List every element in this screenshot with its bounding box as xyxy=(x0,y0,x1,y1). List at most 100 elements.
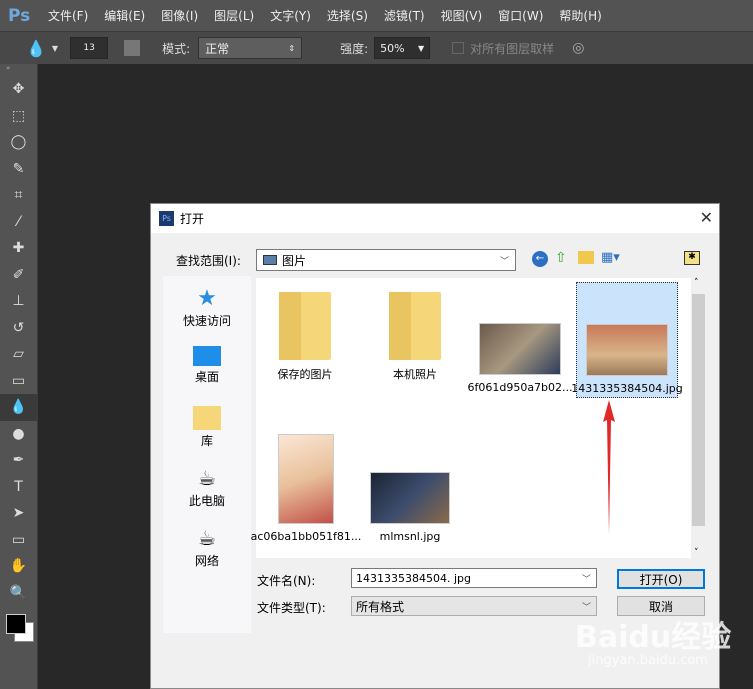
menu-filter[interactable]: 滤镜(T) xyxy=(384,7,425,24)
quick-select-tool-icon[interactable]: ✎ xyxy=(0,156,37,183)
folder-icon xyxy=(389,292,441,360)
nav-label: 桌面 xyxy=(194,370,219,384)
tool-preset-dropdown[interactable]: ▼ xyxy=(52,44,58,53)
lookin-value: 图片 xyxy=(282,253,307,268)
eyedropper-tool-icon[interactable]: ⁄ xyxy=(0,209,37,236)
file-name: mlmsnl.jpg xyxy=(379,530,441,543)
marquee-tool-icon[interactable]: ⬚ xyxy=(0,103,37,130)
file-name: 保存的图片 xyxy=(277,368,333,381)
collapse-icon[interactable]: » xyxy=(0,64,37,76)
menu-file[interactable]: 文件(F) xyxy=(48,7,88,24)
image-thumbnail xyxy=(586,324,668,376)
image-thumbnail xyxy=(479,323,561,375)
menu-window[interactable]: 窗口(W) xyxy=(498,7,543,24)
preview-icon[interactable]: ✱ xyxy=(684,251,700,265)
nav-label: 快速访问 xyxy=(182,314,231,328)
tools-panel: » ✥ ⬚ ◯ ✎ ⌗ ⁄ ✚ ✐ ⊥ ↺ ▱ ▭ 💧 ● ✒ T ➤ ▭ ✋ … xyxy=(0,64,38,689)
file-item[interactable]: 6f061d950a7b02... xyxy=(467,323,573,394)
dodge-tool-icon[interactable]: ● xyxy=(0,421,37,448)
hand-tool-icon[interactable]: ✋ xyxy=(0,553,37,580)
ps-app-icon: Ps xyxy=(159,211,174,226)
mode-select[interactable]: 正常 ⇕ xyxy=(198,37,303,59)
view-menu-icon[interactable]: ▦▾ xyxy=(601,250,620,265)
dialog-title-bar: Ps 打开 ✕ xyxy=(151,204,719,233)
file-name: 6f061d950a7b02... xyxy=(467,381,573,394)
up-folder-icon[interactable]: ⇧ xyxy=(555,250,567,266)
image-thumbnail xyxy=(278,434,334,524)
places-bar: ★ 快速访问 桌面 库 ☕ 此电脑 ☕ 网络 xyxy=(163,276,251,633)
filename-input[interactable]: 1431335384504. jpg ﹀ xyxy=(351,568,597,588)
open-button[interactable]: 打开(O) xyxy=(617,569,705,589)
photoshop-logo: Ps xyxy=(8,5,31,26)
path-select-tool-icon[interactable]: ➤ xyxy=(0,500,37,527)
filename-label: 文件名(N): xyxy=(257,574,316,588)
library-icon xyxy=(193,406,221,430)
shape-tool-icon[interactable]: ▭ xyxy=(0,527,37,554)
dialog-title: 打开 xyxy=(180,212,205,226)
pictures-icon xyxy=(263,255,277,265)
back-icon[interactable]: ← xyxy=(532,251,548,267)
type-tool-icon[interactable]: T xyxy=(0,474,37,501)
gradient-tool-icon[interactable]: ▭ xyxy=(0,368,37,395)
chevron-down-icon: ﹀ xyxy=(581,574,591,585)
file-item[interactable]: mlmsnl.jpg xyxy=(361,472,459,543)
crop-tool-icon[interactable]: ⌗ xyxy=(0,182,37,209)
close-icon[interactable]: ✕ xyxy=(700,208,713,227)
scroll-up-icon[interactable]: ˄ xyxy=(694,278,699,288)
file-item[interactable]: 本机照片 xyxy=(366,292,464,382)
menu-type[interactable]: 文字(Y) xyxy=(270,7,311,24)
brush-size-picker[interactable]: 13 xyxy=(70,37,109,59)
network-icon: ☕ xyxy=(198,526,216,550)
filename-value: 1431335384504. jpg xyxy=(356,571,471,585)
file-list: 保存的图片 本机照片 6f061d950a7b02... 14313353845… xyxy=(251,278,691,558)
color-swatches[interactable] xyxy=(0,606,37,656)
brush-tool-icon[interactable]: ✐ xyxy=(0,262,37,289)
move-tool-icon[interactable]: ✥ xyxy=(0,76,37,103)
foreground-color-swatch[interactable] xyxy=(6,614,26,634)
blur-tool-icon: 💧 xyxy=(26,38,46,58)
history-brush-tool-icon[interactable]: ↺ xyxy=(0,315,37,342)
options-bar: 💧 ▼ 13 模式: 正常 ⇕ 强度: 50% ▼ 对所有图层取样 ◎ xyxy=(0,31,753,64)
filetype-select[interactable]: 所有格式 ﹀ xyxy=(351,596,597,616)
nav-label: 网络 xyxy=(194,554,219,568)
filetype-value: 所有格式 xyxy=(356,599,405,614)
menu-layer[interactable]: 图层(L) xyxy=(214,7,254,24)
file-item-selected[interactable]: 1431335384504.jpg xyxy=(571,282,683,398)
lookin-select[interactable]: 图片 ﹀ xyxy=(256,249,516,271)
file-item[interactable]: ac06ba1bb051f81... xyxy=(251,434,361,543)
nav-network[interactable]: ☕ 网络 xyxy=(163,526,251,576)
sample-all-label: 对所有图层取样 xyxy=(470,41,555,56)
baidu-watermark-url: jingyan.baidu.com xyxy=(588,653,708,668)
nav-this-pc[interactable]: ☕ 此电脑 xyxy=(163,466,251,516)
nav-desktop[interactable]: 桌面 xyxy=(163,346,251,396)
zoom-tool-icon[interactable]: 🔍 xyxy=(0,580,37,607)
scroll-thumb[interactable] xyxy=(692,294,705,526)
computer-icon: ☕ xyxy=(198,466,216,490)
nav-library[interactable]: 库 xyxy=(163,406,251,456)
file-name: 本机照片 xyxy=(393,368,437,381)
menu-image[interactable]: 图像(I) xyxy=(161,7,198,24)
menu-view[interactable]: 视图(V) xyxy=(441,7,483,24)
red-arrow-annotation xyxy=(603,400,615,535)
eraser-tool-icon[interactable]: ▱ xyxy=(0,341,37,368)
brush-panel-icon[interactable] xyxy=(124,40,141,56)
strength-input[interactable]: 50% ▼ xyxy=(374,37,431,59)
menu-edit[interactable]: 编辑(E) xyxy=(104,7,145,24)
sample-all-checkbox[interactable] xyxy=(452,42,465,54)
nav-quick-access[interactable]: ★ 快速访问 xyxy=(163,286,251,336)
pressure-icon[interactable]: ◎ xyxy=(572,40,584,56)
file-name: ac06ba1bb051f81... xyxy=(250,530,362,543)
menu-help[interactable]: 帮助(H) xyxy=(559,7,601,24)
new-folder-icon[interactable] xyxy=(578,251,594,264)
healing-tool-icon[interactable]: ✚ xyxy=(0,235,37,262)
folder-icon xyxy=(279,292,331,360)
lasso-tool-icon[interactable]: ◯ xyxy=(0,129,37,156)
pen-tool-icon[interactable]: ✒ xyxy=(0,447,37,474)
blur-tool-icon[interactable]: 💧 xyxy=(0,394,37,421)
file-item[interactable]: 保存的图片 xyxy=(256,292,354,382)
scroll-down-icon[interactable]: ˅ xyxy=(694,548,699,558)
menu-select[interactable]: 选择(S) xyxy=(327,7,368,24)
vertical-scrollbar[interactable]: ˄ ˅ xyxy=(691,278,706,558)
stamp-tool-icon[interactable]: ⊥ xyxy=(0,288,37,315)
chevron-down-icon: ﹀ xyxy=(581,602,591,613)
